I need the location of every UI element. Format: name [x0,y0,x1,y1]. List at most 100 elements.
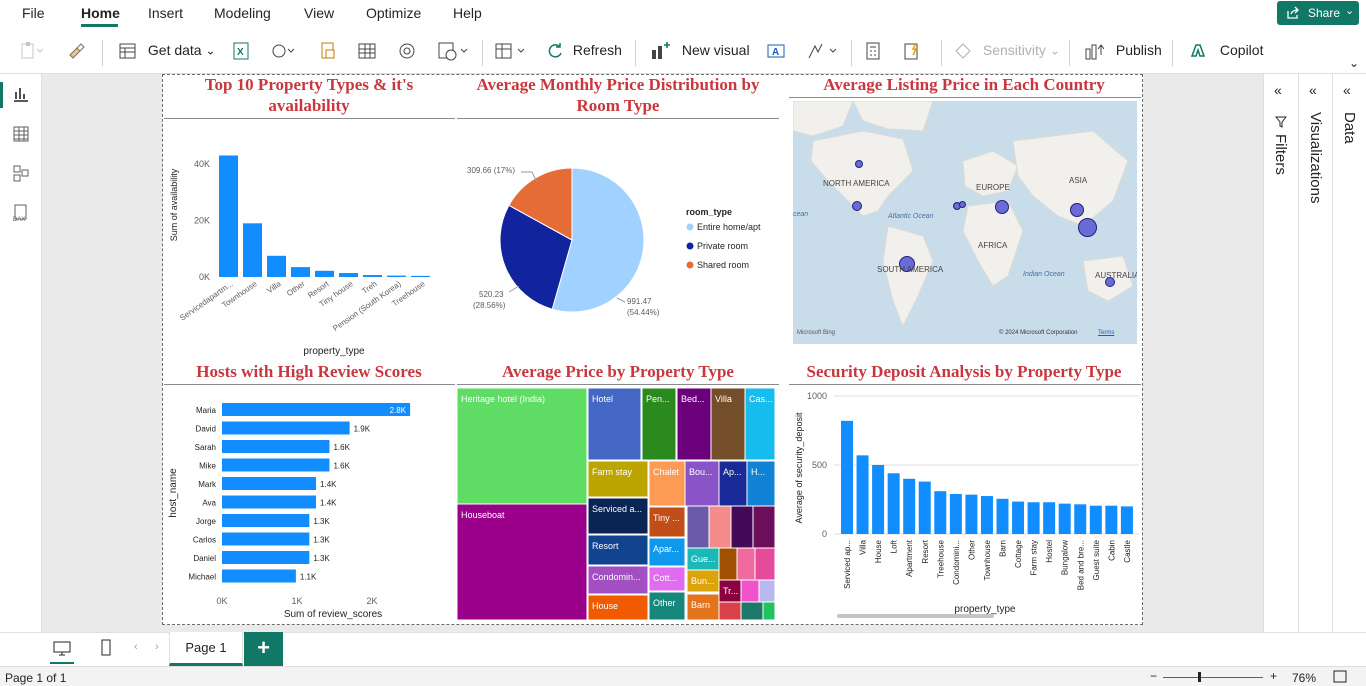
table-view-icon[interactable] [12,125,30,143]
share-button[interactable]: Share ⌄ [1277,1,1359,25]
fit-to-page-icon[interactable] [1333,670,1347,683]
treemap-label: Heritage hotel (India) [461,394,545,404]
y-tick-label: Michael [188,573,216,582]
country-price-map[interactable]: NORTH AMERICA EUROPE ASIA AFRICA SOUTH A… [793,101,1137,344]
treemap-cell [718,547,738,581]
filters-pane[interactable]: « Filters [1263,74,1298,632]
zoom-out-icon[interactable]: − [1150,669,1157,683]
visual-title-country-price: Average Listing Price in Each Country [823,75,1105,94]
menu-file[interactable]: File [22,5,45,21]
chevron-down-icon: ⌄ [205,43,216,58]
menu-help[interactable]: Help [453,5,482,21]
visualizations-label: Visualizations [1307,112,1324,204]
treemap-label: Condomin... [592,572,641,582]
bar [1012,501,1025,534]
property-price-treemap[interactable]: Heritage hotel (India) Houseboat Hotel Pen.… [457,388,779,621]
desktop-layout-icon[interactable] [52,639,72,659]
refresh-button[interactable]: Refresh [545,41,622,63]
treemap-label: Bou... [689,467,713,477]
excel-icon[interactable]: X [231,41,251,63]
data-label: 1.6K [333,443,350,452]
publish-button[interactable]: Publish [1084,41,1162,63]
treemap-label: Ap... [723,467,742,477]
zoom-slider-track[interactable] [1163,677,1263,678]
recent-sources-icon[interactable] [437,41,471,63]
menu-home[interactable]: Home [81,5,120,21]
text-box-icon[interactable]: A [766,41,786,63]
zoom-level: 76% [1292,671,1317,685]
x-tick-label: 0K [216,596,227,606]
x-tick-label: Villa [859,539,868,555]
x-axis-title: property_type [954,604,1016,615]
next-page-icon[interactable]: › [155,641,159,653]
paste-icon[interactable] [20,41,44,63]
enter-data-icon[interactable] [357,41,377,63]
menu-insert[interactable]: Insert [148,5,183,21]
bubble-marker[interactable] [852,201,862,211]
title-line: Average Monthly Price Distribution by [476,75,760,94]
sql-server-icon[interactable] [318,41,338,63]
more-visuals-icon[interactable] [806,41,840,63]
x-tick-label: Hostel [1045,540,1054,563]
report-view-icon[interactable] [12,85,30,103]
y-axis-title: Average of security_deposit [794,412,804,523]
hosts-review-bar-chart[interactable]: Maria 2.8K David 1.9K Sarah 1.6K Mike 1.6K Mark 1… [164,386,455,622]
get-data-button[interactable]: Get data ⌄ [118,41,216,63]
menu-modeling[interactable]: Modeling [214,5,271,21]
expand-icon[interactable]: « [1309,82,1317,98]
availability-bar-chart[interactable]: 0K20K40KServicedapartm...Townhouse Villa O… [164,120,455,358]
bubble-marker[interactable] [959,201,966,208]
treemap-label: Chalet [653,467,680,477]
new-visual-icon [652,42,670,59]
quick-measure-icon[interactable] [902,41,922,63]
bar [872,465,885,534]
sensitivity-button[interactable]: Sensitivity ⌄ [953,41,1060,63]
copilot-button[interactable]: Copilot [1188,41,1263,63]
data-pane[interactable]: « Data [1332,74,1366,632]
data-label: 1.3K [313,554,330,563]
menu-optimize[interactable]: Optimize [366,5,421,21]
new-visual-button[interactable]: New visual [650,41,750,63]
treemap-cell [758,579,776,603]
map-terms-link[interactable]: Terms [1098,330,1114,336]
model-view-icon[interactable] [12,164,30,182]
visualizations-pane[interactable]: « Visualizations [1298,74,1332,632]
scrollbar [837,614,994,618]
bubble-marker[interactable] [995,200,1009,214]
prev-page-icon[interactable]: ‹ [134,641,138,653]
expand-icon[interactable]: « [1274,82,1282,98]
zoom-slider-thumb[interactable] [1198,672,1201,682]
data-label: 1.3K [313,536,330,545]
treemap-cell [730,505,754,549]
menu-view[interactable]: View [304,5,334,21]
treemap-label: Other [653,598,676,608]
publish-icon [1085,44,1104,60]
refresh-icon [548,43,562,58]
zoom-in-icon[interactable]: + [1270,669,1277,683]
bubble-marker[interactable] [1070,203,1084,217]
new-measure-icon[interactable] [863,41,883,63]
bar [222,514,310,527]
chevron-down-icon: ⌄ [1049,43,1060,58]
add-page-button[interactable]: + [244,632,283,666]
dax-query-view-icon[interactable]: DAX [12,204,30,222]
transform-data-icon[interactable] [494,41,528,63]
publish-label: Publish [1115,41,1162,58]
security-deposit-bar-chart[interactable]: 0 500 1000 Serviced ap... Villa House Loft Apar… [789,386,1141,622]
bar [243,223,262,277]
bubble-marker[interactable] [855,160,863,168]
treemap-label: Tr... [723,586,738,596]
onelake-icon[interactable] [270,41,296,63]
room-type-pie-chart[interactable]: 991.47 (54.44%) 520.23 (28.56%) 309.66 (17%)… [457,120,779,358]
refresh-label: Refresh [572,41,622,58]
leader-line [616,297,626,303]
map-label: Indian Ocean [1023,271,1065,278]
svg-text:DAX: DAX [13,217,25,222]
expand-icon[interactable]: « [1343,82,1351,98]
format-painter-icon[interactable] [67,41,87,63]
get-data-label: Get data [147,41,202,58]
dataverse-icon[interactable] [397,41,417,63]
page-tab[interactable]: Page 1 [169,632,243,666]
mobile-layout-icon[interactable] [99,638,113,658]
bubble-marker[interactable] [1078,218,1097,237]
